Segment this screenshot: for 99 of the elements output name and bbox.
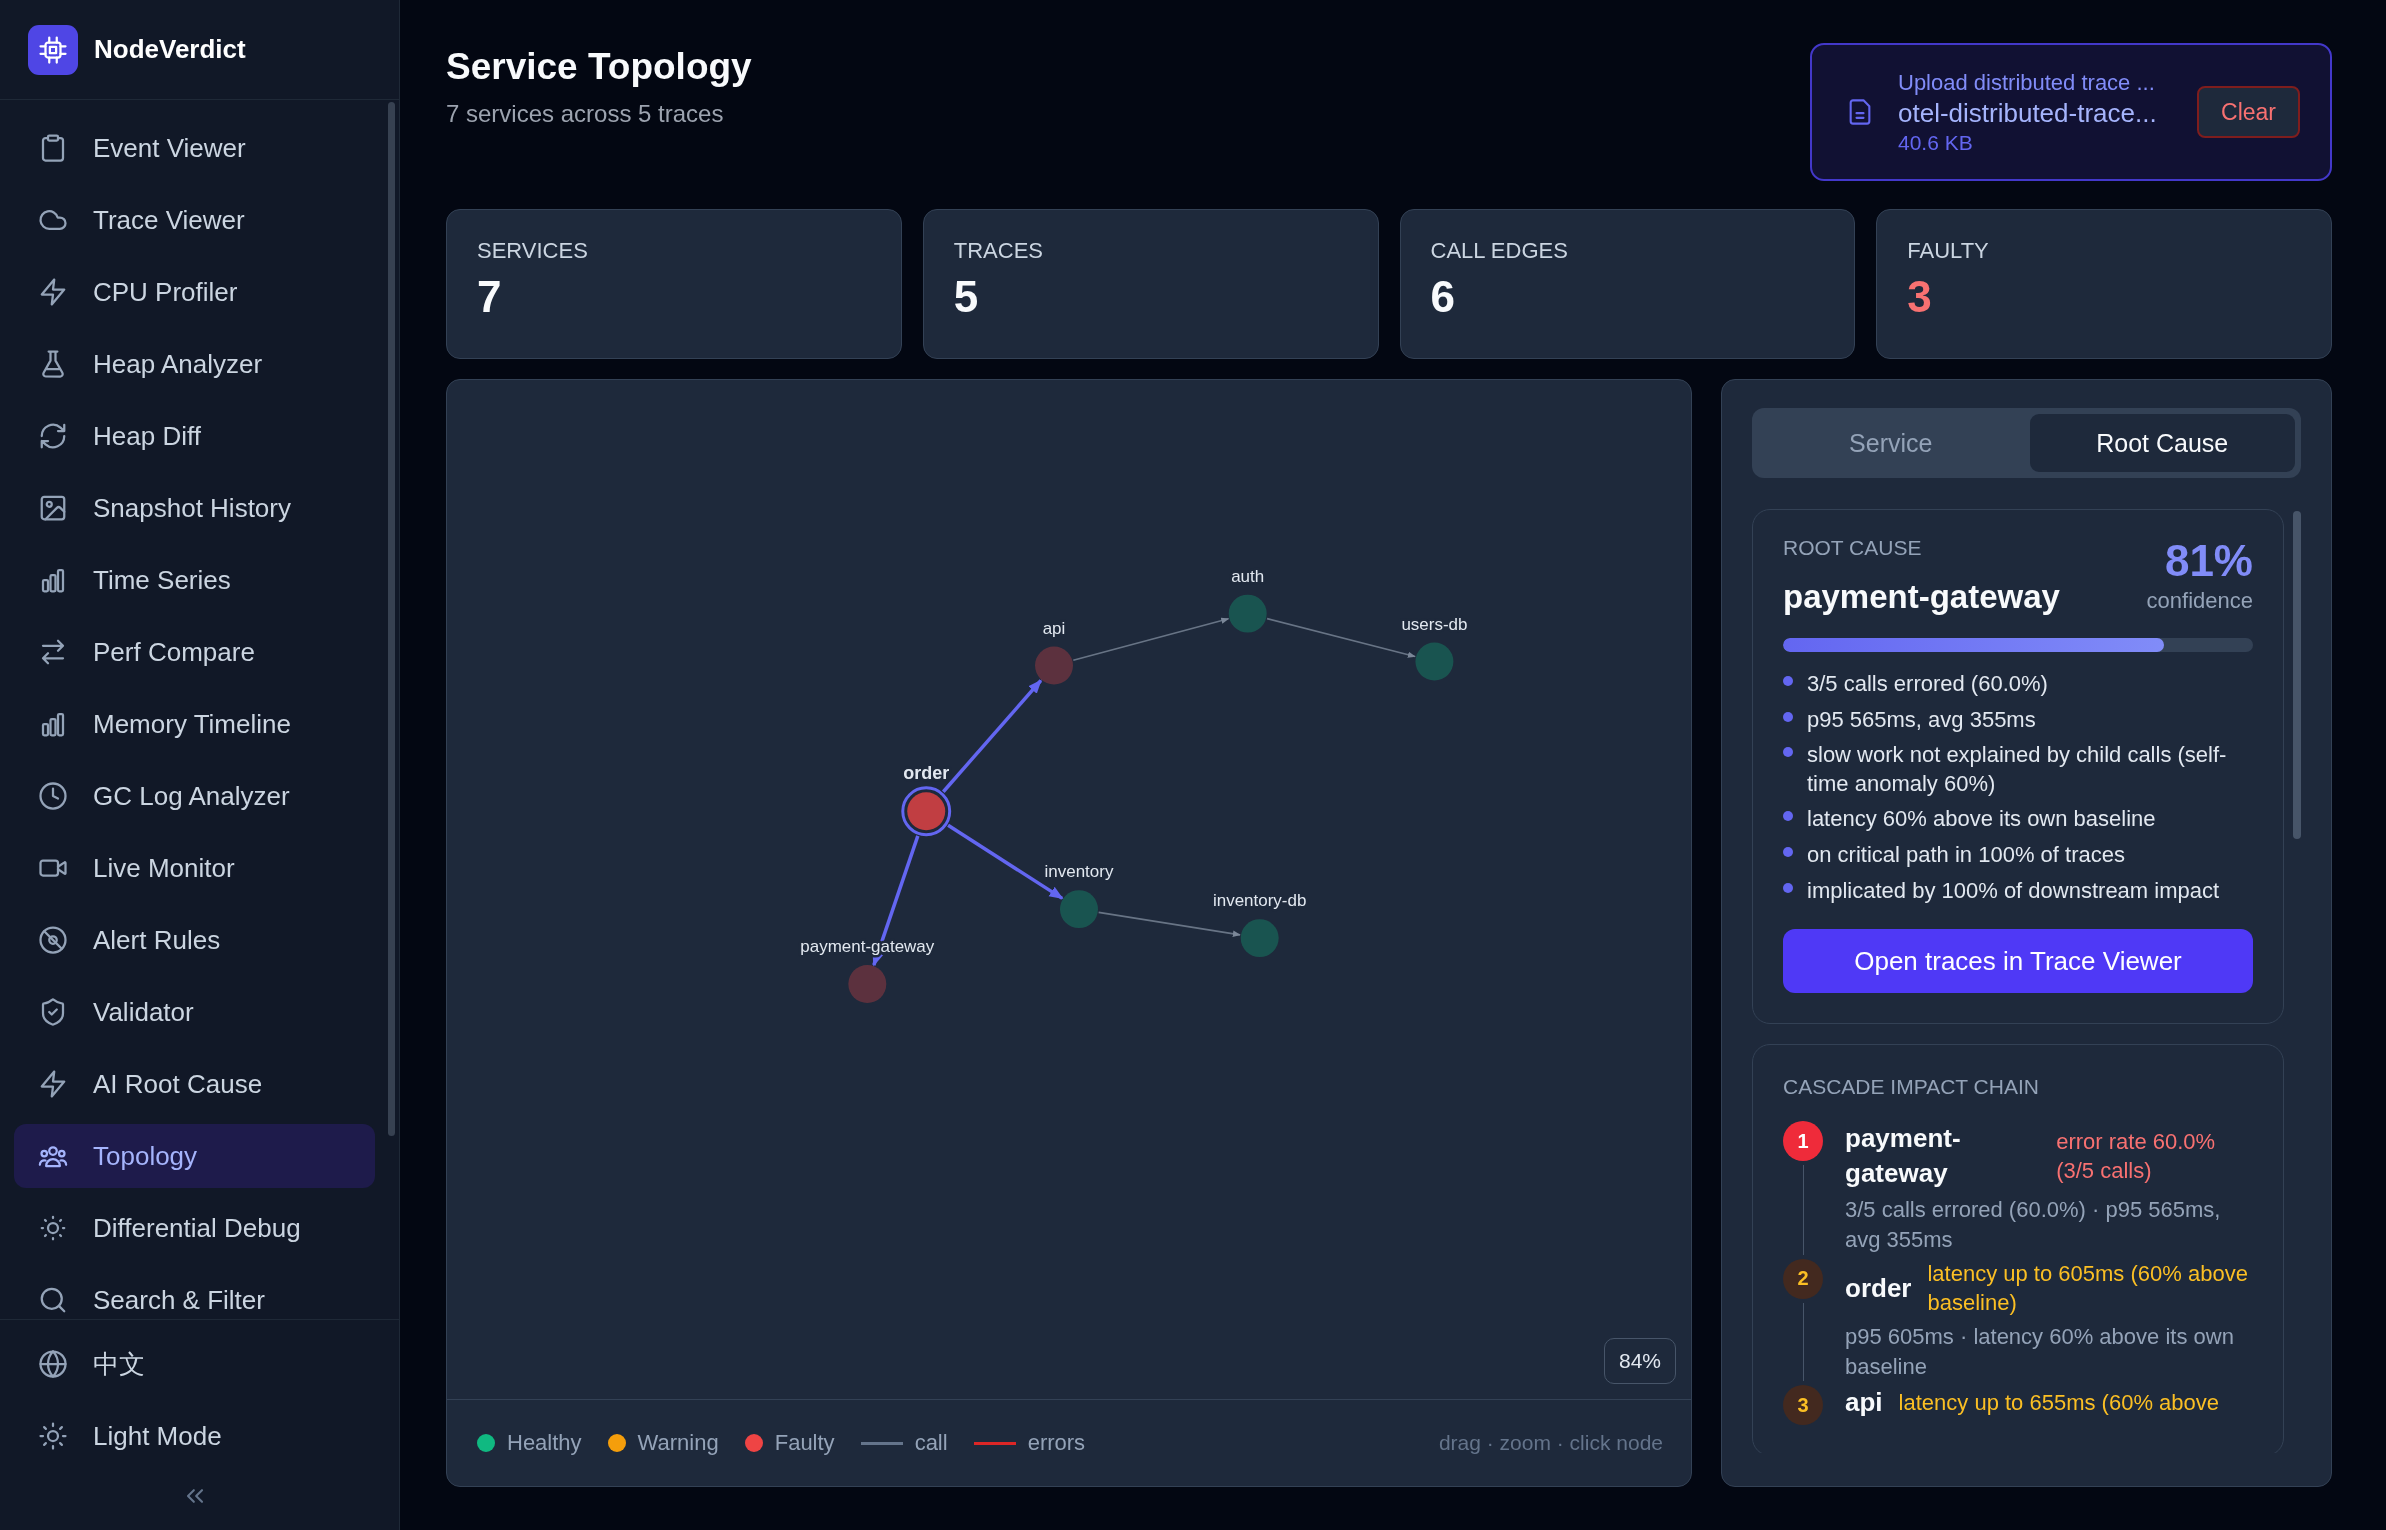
bullet-icon xyxy=(1783,882,1793,893)
page-title: Service Topology xyxy=(446,46,752,88)
confidence-value: 81% xyxy=(2163,536,2253,586)
sidebar-item[interactable]: Memory Timeline xyxy=(14,692,375,756)
node-label: inventory xyxy=(1044,862,1114,882)
lightning-icon xyxy=(38,277,68,307)
node-label: inventory-db xyxy=(1213,891,1307,911)
section-heading: CASCADE IMPACT CHAIN xyxy=(1783,1075,2040,1100)
scrollbar[interactable] xyxy=(2293,511,2301,839)
sidebar-item[interactable]: Snapshot History xyxy=(14,476,375,540)
upload-prompt: Upload distributed trace ... xyxy=(1898,69,2156,96)
bullet-icon xyxy=(1783,747,1793,758)
sidebar-item[interactable]: Search & Filter xyxy=(14,1268,375,1319)
impact-note: latency up to 655ms (60% above xyxy=(1898,1389,2220,1418)
service-node[interactable] xyxy=(901,786,952,837)
finding-text: on critical path in 100% of traces xyxy=(1807,840,2125,869)
sidebar-item[interactable]: Light Mode xyxy=(14,1404,375,1468)
bullet-icon xyxy=(1783,676,1793,686)
finding-text: slow work not explained by child calls (self-time anomaly 60%) xyxy=(1807,741,2228,798)
stat-label: CALL EDGES xyxy=(1430,238,1569,264)
impact-detail: 3/5 calls errored (60.0%) · p95 565ms, avg 355ms xyxy=(1845,1196,2222,1255)
legend-label: Healthy xyxy=(507,1430,582,1456)
sidebar-item[interactable]: 中文 xyxy=(14,1332,375,1396)
service-node[interactable] xyxy=(1240,919,1279,958)
refresh-icon xyxy=(38,421,68,451)
sidebar-item[interactable]: Differential Debug xyxy=(14,1196,375,1260)
chip-icon xyxy=(38,34,68,65)
service-name: api xyxy=(1845,1386,1883,1420)
finding-text: 3/5 calls errored (60.0%) xyxy=(1807,670,2048,698)
legend-label: Warning xyxy=(637,1430,719,1456)
bullet-icon xyxy=(1783,811,1793,822)
tab[interactable]: Root Cause xyxy=(2029,414,2295,472)
impact-detail: p95 605ms · latency 60% above its own baseline xyxy=(1845,1323,2235,1381)
node-label: order xyxy=(903,763,950,784)
sidebar-item[interactable]: Heap Analyzer xyxy=(14,332,375,396)
stat-value: 3 xyxy=(1907,272,1933,322)
stat-value: 6 xyxy=(1430,272,1456,322)
sidebar-item[interactable]: Validator xyxy=(14,980,375,1044)
search-icon xyxy=(38,1285,68,1315)
tab[interactable]: Service xyxy=(1758,414,2024,472)
service-node[interactable] xyxy=(1228,594,1267,633)
stat-value: 5 xyxy=(953,272,980,322)
sun-icon xyxy=(38,1421,68,1451)
file-name: otel-distributed-trace... xyxy=(1898,97,2158,129)
legend-label: errors xyxy=(1027,1430,1086,1456)
rank-badge: 3 xyxy=(1783,1385,1823,1426)
section-heading: ROOT CAUSE xyxy=(1783,536,1923,560)
page-subtitle: 7 services across 5 traces xyxy=(446,100,725,128)
clock-icon xyxy=(38,781,68,811)
sidebar-item[interactable]: Live Monitor xyxy=(14,836,375,900)
sidebar-item[interactable]: CPU Profiler xyxy=(14,260,375,324)
sidebar-item[interactable]: Perf Compare xyxy=(14,620,375,684)
graph-hint: drag · zoom · click node xyxy=(1438,1431,1663,1455)
stat-label: TRACES xyxy=(953,238,1044,264)
node-label: auth xyxy=(1231,566,1265,586)
confidence-label: confidence xyxy=(2146,588,2253,614)
sidebar-item[interactable]: Trace Viewer xyxy=(14,188,375,252)
legend-label: call xyxy=(914,1430,948,1456)
legend-label: Faulty xyxy=(774,1430,835,1456)
finding-text: latency 60% above its own baseline xyxy=(1807,805,2156,834)
file-upload-box[interactable]: Upload distributed trace ... otel-distributed-trace... 40.6 KB Clear xyxy=(1810,43,2332,181)
open-traces-button[interactable]: Open traces in Trace Viewer xyxy=(1783,929,2253,994)
stat-value: 7 xyxy=(477,272,503,322)
node-label: users-db xyxy=(1401,614,1468,634)
finding-text: p95 565ms, avg 355ms xyxy=(1807,705,2036,734)
sidebar-item[interactable]: Event Viewer xyxy=(14,116,375,180)
image-icon xyxy=(38,493,68,523)
impact-note: latency up to 605ms (60% above baseline) xyxy=(1927,1259,2249,1318)
sun-icon xyxy=(38,1213,68,1243)
stat-label: SERVICES xyxy=(477,238,589,264)
clear-button[interactable]: Clear xyxy=(2197,86,2300,138)
service-node[interactable] xyxy=(1415,642,1454,681)
sidebar-item[interactable]: Time Series xyxy=(14,548,375,612)
sidebar-item[interactable]: Heap Diff xyxy=(14,404,375,468)
disabled-circle-icon xyxy=(38,925,68,955)
bullet-icon xyxy=(1783,846,1793,857)
globe-icon xyxy=(38,1349,68,1379)
sidebar-item[interactable]: AI Root Cause xyxy=(14,1052,375,1116)
bullet-icon xyxy=(1783,711,1793,722)
zoom-level: 84% xyxy=(1603,1338,1676,1384)
service-name: payment-gateway xyxy=(1783,578,2060,616)
file-size: 40.6 KB xyxy=(1898,130,1974,155)
impact-note: error rate 60.0% (3/5 calls) xyxy=(2056,1127,2217,1186)
rank-badge: 2 xyxy=(1783,1258,1823,1299)
scrollbar[interactable] xyxy=(388,102,395,1136)
sidebar-item[interactable]: Topology xyxy=(14,1124,375,1188)
service-name: payment-gateway xyxy=(1845,1122,1962,1191)
stat-label: FAULTY xyxy=(1907,238,1990,264)
service-node[interactable] xyxy=(1035,646,1073,685)
service-node[interactable] xyxy=(1060,890,1098,929)
sidebar-item[interactable]: Alert Rules xyxy=(14,908,375,972)
service-name: order xyxy=(1845,1271,1912,1305)
finding-text: implicated by 100% of downstream impact xyxy=(1807,876,2220,905)
sidebar-item[interactable]: GC Log Analyzer xyxy=(14,764,375,828)
rank-badge: 1 xyxy=(1783,1121,1823,1162)
node-label: api xyxy=(1042,618,1066,638)
lightning-icon xyxy=(38,1069,68,1099)
app-name: NodeVerdict xyxy=(94,34,246,65)
service-node[interactable] xyxy=(848,965,887,1003)
